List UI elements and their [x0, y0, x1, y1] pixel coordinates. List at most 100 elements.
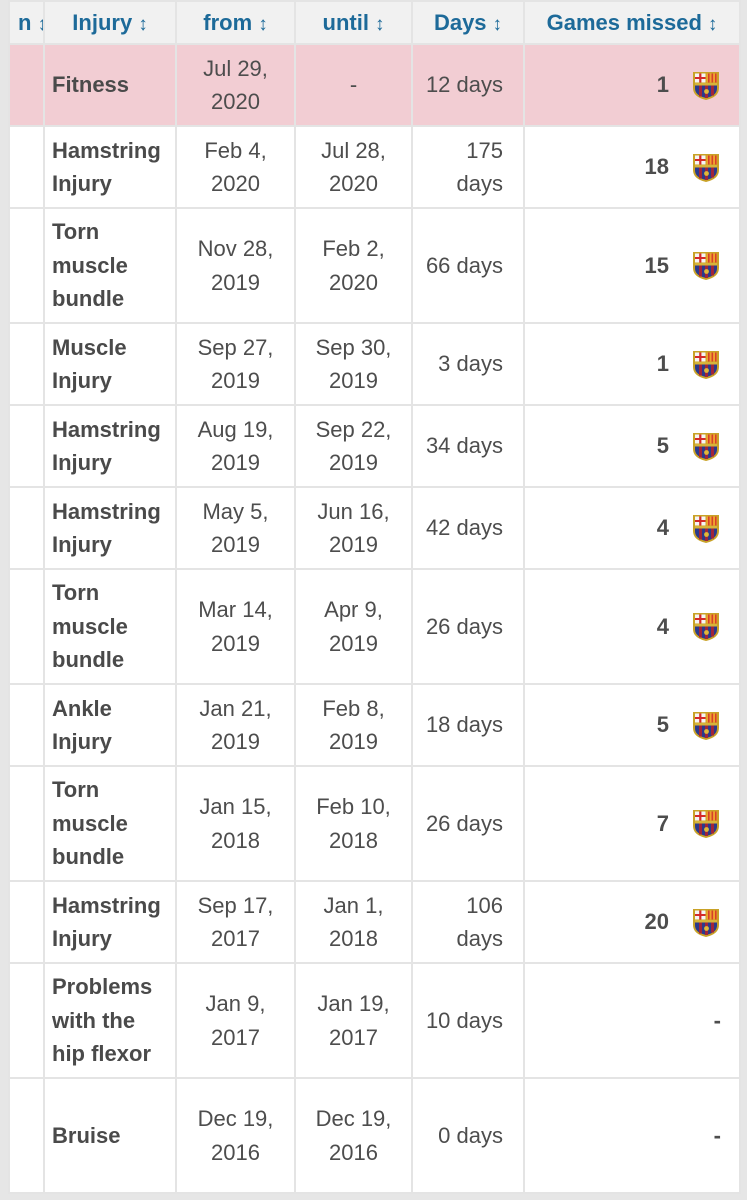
days-cell: 0 days — [411, 1077, 525, 1194]
days-cell: 34 days — [411, 404, 525, 488]
injury-history-table: n↕ Injury↕ from↕ until↕ Days↕ Games miss… — [8, 0, 741, 1194]
until-date-cell: Feb 10, 2018 — [294, 765, 413, 882]
season-cell — [8, 43, 45, 127]
games-missed-cell: 18 — [523, 125, 741, 209]
fc-barcelona-crest-icon[interactable] — [691, 250, 721, 281]
injury-cell: Torn muscle bundle — [43, 207, 177, 324]
until-date-cell: - — [294, 43, 413, 127]
until-date-cell: Jan 1, 2018 — [294, 880, 413, 964]
days-cell: 10 days — [411, 962, 525, 1079]
season-cell — [8, 322, 45, 406]
from-date-cell: Aug 19, 2019 — [175, 404, 296, 488]
column-header-season[interactable]: n↕ — [8, 0, 45, 45]
column-header-label: Games missed — [546, 9, 702, 35]
games-missed-cell: 1 — [523, 43, 741, 127]
games-missed-value: 18 — [644, 154, 669, 180]
fc-barcelona-crest-icon[interactable] — [691, 70, 721, 101]
until-date-cell: Jul 28, 2020 — [294, 125, 413, 209]
table-row: Hamstring Injury May 5, 2019 Jun 16, 201… — [8, 486, 741, 570]
games-missed-value: 15 — [644, 252, 669, 278]
from-date-cell: Sep 27, 2019 — [175, 322, 296, 406]
fc-barcelona-crest-icon[interactable] — [691, 349, 721, 380]
fc-barcelona-crest-icon[interactable] — [691, 152, 721, 183]
days-cell: 42 days — [411, 486, 525, 570]
games-missed-value: 4 — [656, 515, 669, 541]
column-header-label: Days — [433, 9, 487, 35]
games-missed-value: 1 — [656, 72, 669, 98]
injury-history-table-container: n↕ Injury↕ from↕ until↕ Days↕ Games miss… — [8, 0, 741, 1194]
injury-cell: Hamstring Injury — [43, 486, 177, 570]
games-missed-value: 20 — [644, 909, 669, 935]
days-cell: 18 days — [411, 683, 525, 767]
sort-icon[interactable]: ↕ — [493, 14, 503, 35]
until-date-cell: Feb 8, 2019 — [294, 683, 413, 767]
fc-barcelona-crest-icon[interactable] — [691, 431, 721, 462]
fc-barcelona-crest-icon[interactable] — [691, 710, 721, 741]
column-header-label: from — [203, 9, 253, 35]
table-row: Muscle Injury Sep 27, 2019 Sep 30, 2019 … — [8, 322, 741, 406]
table-body: Fitness Jul 29, 2020 - 12 days 1 Hamstri… — [8, 43, 741, 1194]
column-header-games-missed[interactable]: Games missed ↕ — [523, 0, 741, 45]
until-date-cell: Dec 19, 2016 — [294, 1077, 413, 1194]
games-missed-cell: 20 — [523, 880, 741, 964]
sort-icon[interactable]: ↕ — [258, 14, 268, 35]
until-date-cell: Sep 30, 2019 — [294, 322, 413, 406]
season-cell — [8, 404, 45, 488]
from-date-cell: Sep 17, 2017 — [175, 880, 296, 964]
fc-barcelona-crest-icon[interactable] — [691, 808, 721, 839]
games-missed-value: - — [713, 1122, 721, 1148]
games-missed-cell: 5 — [523, 404, 741, 488]
until-date-cell: Apr 9, 2019 — [294, 568, 413, 685]
from-date-cell: Jan 9, 2017 — [175, 962, 296, 1079]
column-header-until[interactable]: until ↕ — [294, 0, 413, 45]
injury-cell: Ankle Injury — [43, 683, 177, 767]
days-cell: 26 days — [411, 568, 525, 685]
injury-cell: Bruise — [43, 1077, 177, 1194]
from-date-cell: Jan 15, 2018 — [175, 765, 296, 882]
games-missed-value: 7 — [656, 810, 669, 836]
from-date-cell: Dec 19, 2016 — [175, 1077, 296, 1194]
injury-cell: Muscle Injury — [43, 322, 177, 406]
table-row: Torn muscle bundle Nov 28, 2019 Feb 2, 2… — [8, 207, 741, 324]
games-missed-cell: 15 — [523, 207, 741, 324]
from-date-cell: Feb 4, 2020 — [175, 125, 296, 209]
from-date-cell: May 5, 2019 — [175, 486, 296, 570]
table-row: Torn muscle bundle Jan 15, 2018 Feb 10, … — [8, 765, 741, 882]
games-missed-value: 5 — [656, 433, 669, 459]
column-header-days[interactable]: Days ↕ — [411, 0, 525, 45]
fc-barcelona-crest-icon[interactable] — [691, 513, 721, 544]
injury-cell: Hamstring Injury — [43, 125, 177, 209]
days-cell: 66 days — [411, 207, 525, 324]
table-row: Fitness Jul 29, 2020 - 12 days 1 — [8, 43, 741, 127]
until-date-cell: Jan 19, 2017 — [294, 962, 413, 1079]
column-header-from[interactable]: from ↕ — [175, 0, 296, 45]
sort-icon[interactable]: ↕ — [138, 14, 148, 35]
season-cell — [8, 962, 45, 1079]
column-header-label: Injury — [72, 9, 133, 35]
table-row: Hamstring Injury Aug 19, 2019 Sep 22, 20… — [8, 404, 741, 488]
injury-cell: Fitness — [43, 43, 177, 127]
fc-barcelona-crest-icon[interactable] — [691, 907, 721, 938]
table-row: Ankle Injury Jan 21, 2019 Feb 8, 2019 18… — [8, 683, 741, 767]
table-row: Hamstring Injury Feb 4, 2020 Jul 28, 202… — [8, 125, 741, 209]
table-row: Problems with the hip flexor Jan 9, 2017… — [8, 962, 741, 1079]
from-date-cell: Jul 29, 2020 — [175, 43, 296, 127]
games-missed-value: 1 — [656, 351, 669, 377]
sort-icon[interactable]: ↕ — [708, 14, 718, 35]
from-date-cell: Mar 14, 2019 — [175, 568, 296, 685]
column-header-injury[interactable]: Injury ↕ — [43, 0, 177, 45]
games-missed-cell: - — [523, 1077, 741, 1194]
from-date-cell: Nov 28, 2019 — [175, 207, 296, 324]
until-date-cell: Sep 22, 2019 — [294, 404, 413, 488]
injury-cell: Hamstring Injury — [43, 880, 177, 964]
days-cell: 106 days — [411, 880, 525, 964]
column-header-label: until — [322, 9, 369, 35]
games-missed-cell: 1 — [523, 322, 741, 406]
season-cell — [8, 765, 45, 882]
injury-cell: Torn muscle bundle — [43, 765, 177, 882]
sort-icon[interactable]: ↕ — [375, 14, 385, 35]
games-missed-cell: 4 — [523, 486, 741, 570]
games-missed-cell: - — [523, 962, 741, 1079]
table-row: Bruise Dec 19, 2016 Dec 19, 2016 0 days … — [8, 1077, 741, 1194]
fc-barcelona-crest-icon[interactable] — [691, 611, 721, 642]
